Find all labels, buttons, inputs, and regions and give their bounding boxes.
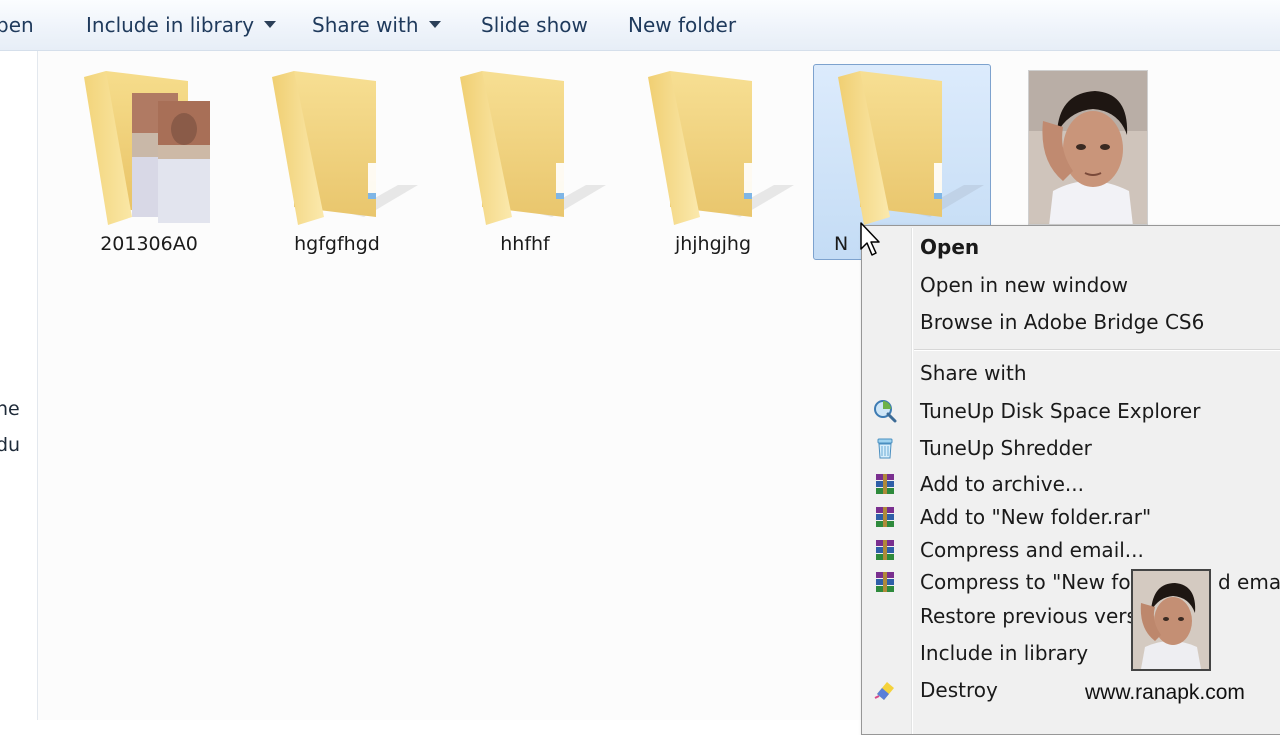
menu-item-compress-to-rar-and-email[interactable]: Compress to "New fold d email: [862, 565, 1280, 599]
folder-label: hgfgfhgd: [294, 233, 380, 255]
nav-item[interactable]: du: [0, 434, 20, 456]
folder-item-hgfgfhgd[interactable]: hgfgfhgd: [248, 65, 426, 261]
include-in-library-label: Include in library: [86, 13, 255, 37]
menu-item-label: Browse in Adobe Bridge CS6: [920, 310, 1205, 334]
menu-item-label: Open in new window: [920, 273, 1128, 297]
mouse-cursor-icon: [860, 222, 880, 256]
folder-item-jhjhgjhg[interactable]: jhjhgjhg: [624, 65, 802, 261]
share-with-button[interactable]: Share with: [312, 0, 441, 50]
menu-item-label: Include in library: [920, 641, 1089, 665]
folder-icon: [272, 71, 418, 225]
new-folder-label: New folder: [628, 13, 737, 37]
menu-item-open[interactable]: Open: [862, 230, 1280, 264]
command-bar: pen Include in library Share with Slide …: [0, 0, 1280, 51]
slide-show-label: Slide show: [481, 13, 588, 37]
menu-item-share-with[interactable]: Share with: [862, 356, 1280, 390]
menu-item-label: Share with: [920, 361, 1027, 385]
slide-show-button[interactable]: Slide show: [481, 0, 588, 50]
webcam-overlay-photo: [1131, 569, 1211, 671]
share-with-label: Share with: [312, 13, 419, 37]
menu-item-label: Add to archive...: [920, 472, 1084, 496]
folder-with-photos-icon: [84, 71, 210, 225]
folder-item-hhfhf[interactable]: hhfhf: [436, 65, 614, 261]
open-button-label: pen: [0, 13, 34, 37]
folder-icon: [648, 71, 794, 225]
folder-label: jhjhgjhg: [674, 233, 752, 255]
menu-item-label: TuneUp Disk Space Explorer: [920, 399, 1201, 423]
menu-item-compress-and-email[interactable]: Compress and email...: [862, 533, 1280, 567]
navigation-pane: ne du: [0, 51, 38, 720]
menu-item-label: TuneUp Shredder: [920, 436, 1092, 460]
menu-item-label-tail: d email: [1218, 570, 1280, 594]
menu-item-label: Compress and email...: [920, 538, 1144, 562]
watermark-text: www.ranapk.com: [1085, 681, 1245, 704]
menu-item-tuneup-disk-space-explorer[interactable]: TuneUp Disk Space Explorer: [862, 394, 1280, 428]
winrar-icon: [876, 572, 894, 592]
menu-item-add-to-archive[interactable]: Add to archive...: [862, 467, 1280, 501]
portrait-image: [1029, 71, 1147, 224]
menu-item-tuneup-shredder[interactable]: TuneUp Shredder: [862, 431, 1280, 465]
chevron-down-icon: [428, 21, 441, 28]
new-folder-button[interactable]: New folder: [628, 0, 736, 50]
menu-separator: [914, 349, 1280, 351]
menu-item-browse-in-adobe-bridge[interactable]: Browse in Adobe Bridge CS6: [862, 305, 1280, 339]
winrar-icon: [876, 507, 894, 527]
menu-item-include-in-library[interactable]: Include in library: [862, 636, 1280, 670]
eraser-icon: [874, 682, 894, 700]
menu-item-restore-previous-versions[interactable]: Restore previous version: [862, 599, 1280, 633]
chevron-down-icon: [264, 21, 277, 28]
menu-item-label: Open: [920, 235, 980, 259]
winrar-icon: [876, 474, 894, 494]
portrait-image: [1133, 571, 1209, 669]
photo-thumbnail[interactable]: [1028, 70, 1148, 225]
menu-item-label: Destroy: [920, 678, 998, 702]
include-in-library-button[interactable]: Include in library: [86, 0, 277, 50]
nav-item[interactable]: ne: [0, 398, 20, 420]
folder-label: 201306A0: [100, 233, 198, 255]
context-menu: Open Open in new window Browse in Adobe …: [861, 225, 1280, 735]
winrar-icon: [876, 540, 894, 560]
folder-label: hhfhf: [500, 233, 550, 255]
folder-icon: [838, 71, 984, 225]
menu-item-open-in-new-window[interactable]: Open in new window: [862, 268, 1280, 302]
open-button[interactable]: pen: [0, 0, 34, 50]
folder-icon: [460, 71, 606, 225]
menu-item-label: Add to "New folder.rar": [920, 505, 1152, 529]
disk-space-icon: [874, 400, 897, 423]
shredder-icon: [877, 438, 893, 459]
folder-item-201306A0[interactable]: 201306A0: [60, 65, 238, 261]
menu-item-add-to-new-folder-rar[interactable]: Add to "New folder.rar": [862, 500, 1280, 534]
menu-item-label: Compress to "New fold: [920, 570, 1149, 594]
